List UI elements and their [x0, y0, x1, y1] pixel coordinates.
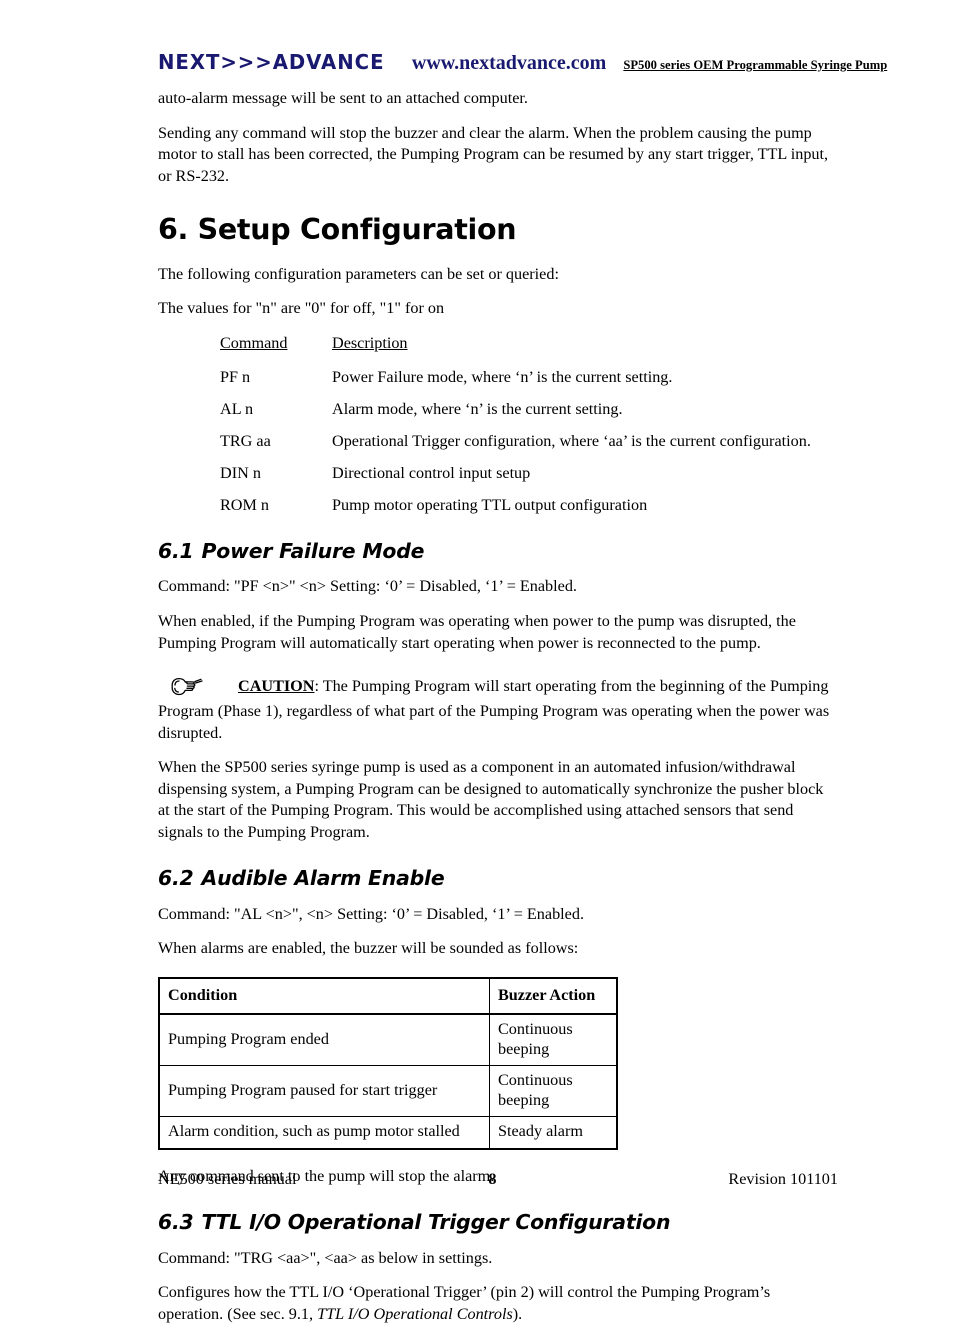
- command-list-item: TRG aa Operational Trigger configuration…: [158, 431, 838, 452]
- section-61-command-line: Command: "PF <n>" <n> Setting: ‘0’ = Dis…: [158, 577, 577, 596]
- cell-condition: Alarm condition, such as pump motor stal…: [158, 1116, 490, 1150]
- section-63-text-end: ).: [512, 1304, 523, 1323]
- section-63-command-line: Command: "TRG <aa>", <aa> as below in se…: [158, 1248, 493, 1267]
- chapter-lead-1: The following configuration parameters c…: [158, 264, 559, 283]
- section-63-paragraph-1: Configures how the TTL I/O ‘Operational …: [158, 1282, 838, 1325]
- table-row: Alarm condition, such as pump motor stal…: [158, 1116, 618, 1150]
- caution-first-line: CAUTION: The Pumping Program will start …: [158, 676, 838, 698]
- section-number: 6.2: [158, 866, 194, 891]
- section-61-paragraph-2: When the SP500 series syringe pump is us…: [158, 758, 824, 841]
- cell-buzzer-action: Continuous beeping: [489, 1065, 618, 1118]
- intro-paragraph-1: auto-alarm message will be sent to an at…: [158, 89, 528, 107]
- section-number: 6.3: [158, 1210, 194, 1235]
- command-description: Pump motor operating TTL output configur…: [332, 495, 648, 514]
- section-title: TTL I/O Operational Trigger Configuratio…: [201, 1210, 671, 1235]
- command-name: DIN n: [220, 463, 261, 482]
- caution-first-line-text: : The Pumping Program will start operati…: [314, 677, 829, 696]
- page-footer: NE500 series manual 8 Revision 101101: [158, 1170, 838, 1189]
- command-description: Operational Trigger configuration, where…: [332, 431, 811, 450]
- page-header: NEXT>>>ADVANCE www.nextadvance.com SP500…: [158, 50, 887, 76]
- table-row: Pumping Program paused for start trigger…: [158, 1065, 618, 1118]
- caution-label: CAUTION: [238, 677, 315, 696]
- product-tagline: SP500 series OEM Programmable Syringe Pu…: [623, 58, 888, 72]
- section-61-paragraph-1: When enabled, if the Pumping Program was…: [158, 612, 796, 652]
- section-62-paragraph-1: When alarms are enabled, the buzzer will…: [158, 939, 579, 958]
- cell-condition: Pumping Program ended: [158, 1013, 490, 1067]
- company-website-link[interactable]: www.nextadvance.com: [412, 52, 606, 75]
- command-name: ROM n: [220, 495, 270, 514]
- column-header-buzzer-action: Buzzer Action: [489, 976, 618, 1016]
- caution-rest-text: Program (Phase 1), regardless of what pa…: [158, 702, 830, 742]
- pointing-hand-icon: [168, 676, 208, 700]
- caution-note: CAUTION: The Pumping Program will start …: [158, 676, 838, 744]
- column-header-command: Command: [220, 333, 288, 352]
- command-description: Power Failure mode, where ‘n’ is the cur…: [332, 367, 673, 386]
- command-list-item: ROM n Pump motor operating TTL output co…: [158, 495, 838, 516]
- cell-buzzer-action: Continuous beeping: [489, 1013, 618, 1067]
- table-header-row: Condition Buzzer Action: [158, 976, 618, 1016]
- command-description: Directional control input setup: [332, 463, 531, 482]
- command-name: PF n: [220, 367, 251, 386]
- page-title: 6. Setup Configuration: [158, 213, 517, 247]
- intro-paragraph-2: Sending any command will stop the buzzer…: [158, 123, 829, 185]
- footer-page-number: 8: [488, 1170, 497, 1188]
- section-heading-6-2: 6.2 Audible Alarm Enable: [158, 867, 838, 890]
- section-title: Audible Alarm Enable: [201, 866, 445, 891]
- command-name: AL n: [220, 399, 254, 418]
- buzzer-action-table: Condition Buzzer Action Pumping Program …: [158, 976, 618, 1150]
- footer-revision: Revision 101101: [728, 1170, 838, 1188]
- section-heading-6-1: 6.1 Power Failure Mode: [158, 539, 838, 563]
- command-list-item: AL n Alarm mode, where ‘n’ is the curren…: [158, 399, 838, 420]
- document-content: auto-alarm message will be sent to an at…: [158, 88, 838, 1338]
- column-header-condition: Condition: [158, 976, 490, 1016]
- section-heading-6-3: 6.3 TTL I/O Operational Trigger Configura…: [158, 1210, 838, 1235]
- next-advance-logo: NEXT>>>ADVANCE: [158, 50, 385, 74]
- column-header-description: Description: [332, 333, 408, 352]
- command-list-header: Command Description: [158, 333, 838, 354]
- cell-condition: Pumping Program paused for start trigger: [158, 1065, 490, 1118]
- section-62-command-line: Command: "AL <n>", <n> Setting: ‘0’ = Di…: [158, 904, 584, 923]
- table-row: Pumping Program ended Continuous beeping: [158, 1013, 618, 1067]
- cross-reference-title: TTL I/O Operational Controls: [317, 1304, 513, 1323]
- section-title: Power Failure Mode: [201, 539, 425, 563]
- command-description: Alarm mode, where ‘n’ is the current set…: [332, 399, 623, 418]
- cell-buzzer-action: Steady alarm: [489, 1116, 618, 1150]
- section-number: 6.1: [158, 539, 194, 563]
- command-reference-list: Command Description PF n Power Failure m…: [158, 333, 838, 516]
- command-list-item: PF n Power Failure mode, where ‘n’ is th…: [158, 367, 838, 388]
- command-list-item: DIN n Directional control input setup: [158, 463, 838, 484]
- command-name: TRG aa: [220, 431, 271, 450]
- document-page: NEXT>>>ADVANCE www.nextadvance.com SP500…: [0, 0, 954, 1323]
- chapter-lead-2: The values for "n" are "0" for off, "1" …: [158, 299, 445, 318]
